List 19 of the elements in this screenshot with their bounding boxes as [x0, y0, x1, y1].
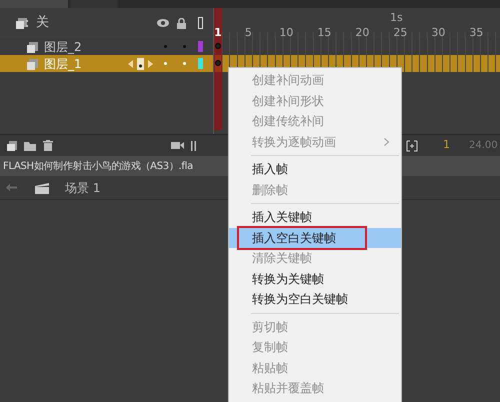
menu-item[interactable]: 转换为空白关键帧: [229, 289, 401, 310]
frame-number: 30: [431, 25, 446, 41]
menu-item[interactable]: 转换为关键帧: [229, 268, 401, 289]
frame-number: 10: [279, 25, 294, 41]
frame-number: 25: [393, 25, 408, 41]
frame-rate: 24.00: [469, 139, 498, 153]
frame-number: 5: [244, 25, 252, 41]
menu-item[interactable]: 插入空白关键帧: [229, 228, 401, 248]
layer-name: 图层_1: [44, 56, 82, 72]
header-label: 关: [36, 14, 49, 32]
frame-number: 15: [317, 25, 332, 41]
menu-item[interactable]: 插入关键帧: [229, 207, 401, 228]
layer-name: 图层_2: [44, 38, 82, 56]
frame-number: 1: [214, 25, 222, 41]
frame-number: 35: [469, 25, 484, 41]
seconds-label: 1s: [390, 10, 403, 26]
frame-number: 20: [355, 25, 370, 41]
scene-name[interactable]: 场景 1: [65, 178, 100, 196]
current-frame: 1: [443, 137, 450, 154]
